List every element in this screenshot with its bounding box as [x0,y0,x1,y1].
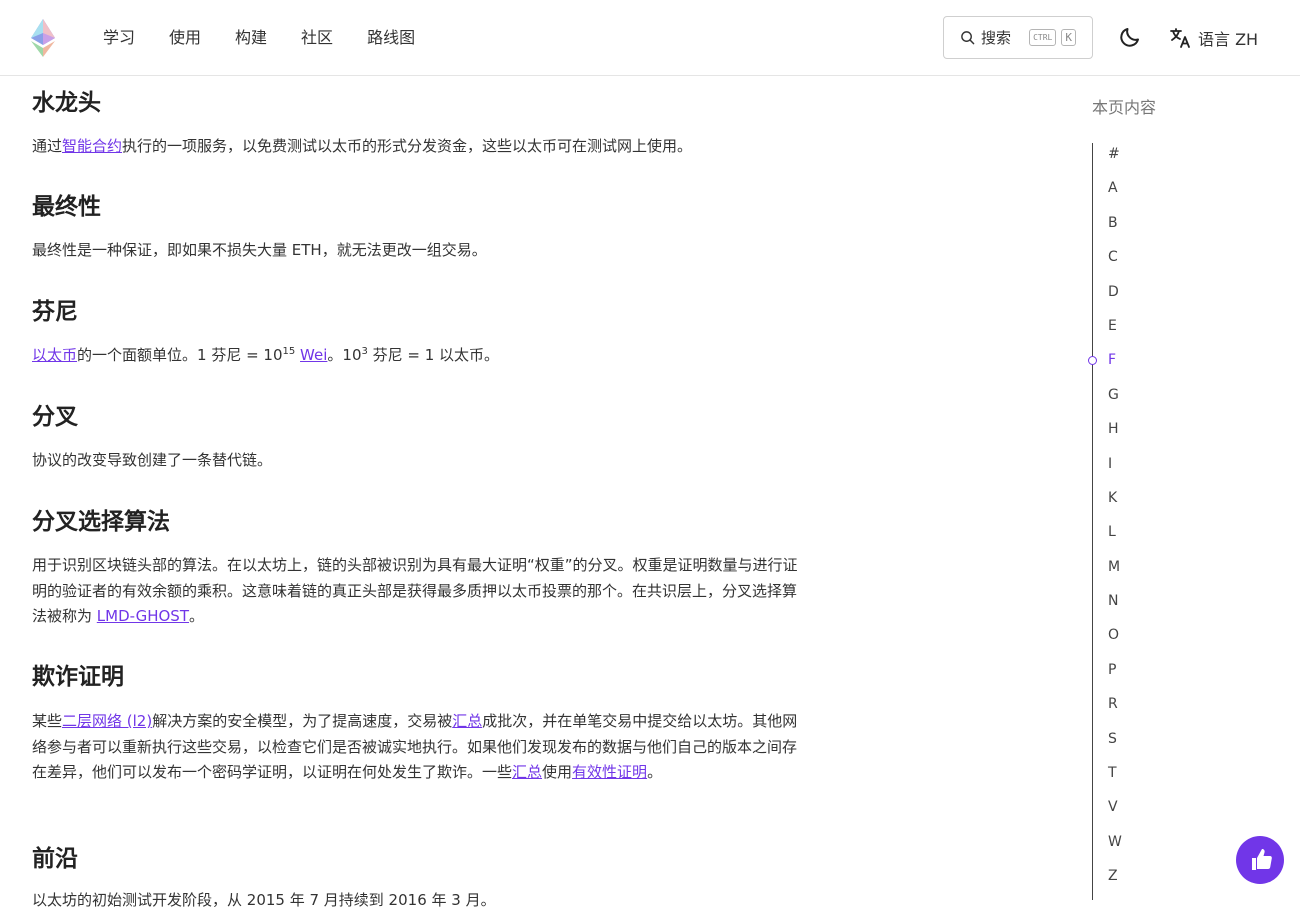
term-link[interactable]: 智能合约 [62,137,122,155]
toc-item-l[interactable]: L [1108,522,1122,556]
toc-active-indicator [1088,356,1097,365]
moon-icon[interactable] [1118,25,1142,49]
toc-list: # A B C D E F G H I K L M N O P R S T V W Z [1108,144,1122,901]
term-title: 分叉选择算法 [32,509,170,535]
term-description: 通过智能合约执行的一项服务，以免费测试以太币的形式分发资金，这些以太币可在测试网… [32,134,804,160]
search-shortcut: CTRL K [1029,29,1076,46]
toc-item-v[interactable]: V [1108,797,1122,831]
toc-item-o[interactable]: O [1108,625,1122,659]
toc-item-f[interactable]: F [1108,350,1122,384]
toc-item-c[interactable]: C [1108,247,1122,281]
term-link[interactable]: 二层网络 (l2) [62,712,152,730]
nav-build[interactable]: 构建 [235,28,267,48]
term-description: 用于识别区块链头部的算法。在以太坊上，链的头部被识别为具有最大证明“权重”的分叉… [32,553,804,630]
text-run: 芬尼 = 1 以太币。 [367,346,500,364]
text-run: 执行的一项服务，以免费测试以太币的形式分发资金，这些以太币可在测试网上使用。 [122,137,693,155]
term-description: 最终性是一种保证，即如果不损失大量 ETH，就无法更改一组交易。 [32,238,804,264]
text-run: 协议的改变导致创建了一条替代链。 [32,451,273,469]
toc-rail [1092,143,1093,900]
toc-item-a[interactable]: A [1108,178,1122,212]
nav-use[interactable]: 使用 [169,28,201,48]
term-description: 以太币的一个面额单位。1 芬尼 = 1015 Wei。103 芬尼 = 1 以太… [32,343,804,369]
term-link[interactable]: 汇总 [512,763,542,781]
top-navigation-bar: 学习 使用 构建 社区 路线图 搜索 CTRL K 语言 ZH [0,0,1300,76]
toc-item-t[interactable]: T [1108,763,1122,797]
text-run: 通过 [32,137,63,155]
term-description: 协议的改变导致创建了一条替代链。 [32,448,804,474]
nav-learn[interactable]: 学习 [103,28,135,48]
term-link[interactable]: 以太币 [32,346,77,364]
text-run: 解决方案的安全模型，为了提高速度，交易被 [152,712,453,730]
term-title: 最终性 [32,194,101,220]
translate-icon [1170,28,1190,48]
toc-item-hash[interactable]: # [1108,144,1122,178]
toc-item-e[interactable]: E [1108,316,1122,350]
text-run: 。10 [327,346,362,364]
text-run: 某些 [32,712,63,730]
toc-item-h[interactable]: H [1108,419,1122,453]
kbd-ctrl: CTRL [1029,29,1057,46]
nav-community[interactable]: 社区 [301,28,333,48]
text-run: 。 [647,763,663,781]
toc-item-m[interactable]: M [1108,557,1122,591]
toc-item-w[interactable]: W [1108,832,1122,866]
language-button[interactable]: 语言 ZH [1168,24,1258,52]
term-title: 芬尼 [32,299,78,325]
term-title: 水龙头 [32,90,101,116]
term-link[interactable]: 有效性证明 [572,763,647,781]
toc-item-b[interactable]: B [1108,213,1122,247]
superscript: 15 [282,346,296,357]
term-description: 某些二层网络 (l2)解决方案的安全模型，为了提高速度，交易被汇总成批次，并在单… [32,709,804,786]
term-title: 分叉 [32,404,78,430]
text-run: 。 [189,607,205,625]
toc-item-k[interactable]: K [1108,488,1122,522]
main-nav: 学习 使用 构建 社区 路线图 [103,0,449,76]
search-button[interactable]: 搜索 CTRL K [943,16,1093,59]
search-label: 搜索 [981,29,1012,47]
feedback-hand-icon [1252,849,1272,870]
toc-item-s[interactable]: S [1108,729,1122,763]
term-link[interactable]: 汇总 [452,712,482,730]
text-run: 的一个面额单位。1 芬尼 = 10 [77,346,283,364]
term-link[interactable]: LMD-GHOST [97,607,189,625]
toc-item-n[interactable]: N [1108,591,1122,625]
term-title: 前沿 [32,846,78,872]
search-icon [961,31,975,45]
toc-item-d[interactable]: D [1108,282,1122,316]
toc-item-g[interactable]: G [1108,385,1122,419]
feedback-button[interactable] [1236,836,1284,884]
text-run: 使用 [542,763,573,781]
language-label: 语言 ZH [1198,30,1259,49]
term-title: 欺诈证明 [32,664,124,690]
term-link[interactable]: Wei [300,346,327,364]
toc-item-r[interactable]: R [1108,694,1122,728]
kbd-k: K [1061,29,1076,46]
toc-title: 本页内容 [1092,98,1157,117]
toc-item-z[interactable]: Z [1108,866,1122,900]
ethereum-logo-icon[interactable] [31,19,55,57]
text-run: 以太坊的初始测试开发阶段，从 2015 年 7 月持续到 2016 年 3 月。 [32,891,496,909]
toc-item-p[interactable]: P [1108,660,1122,694]
nav-roadmap[interactable]: 路线图 [367,28,415,48]
text-run: 最终性是一种保证，即如果不损失大量 ETH，就无法更改一组交易。 [32,241,487,259]
toc-item-i[interactable]: I [1108,454,1122,488]
term-description: 以太坊的初始测试开发阶段，从 2015 年 7 月持续到 2016 年 3 月。 [32,888,804,914]
